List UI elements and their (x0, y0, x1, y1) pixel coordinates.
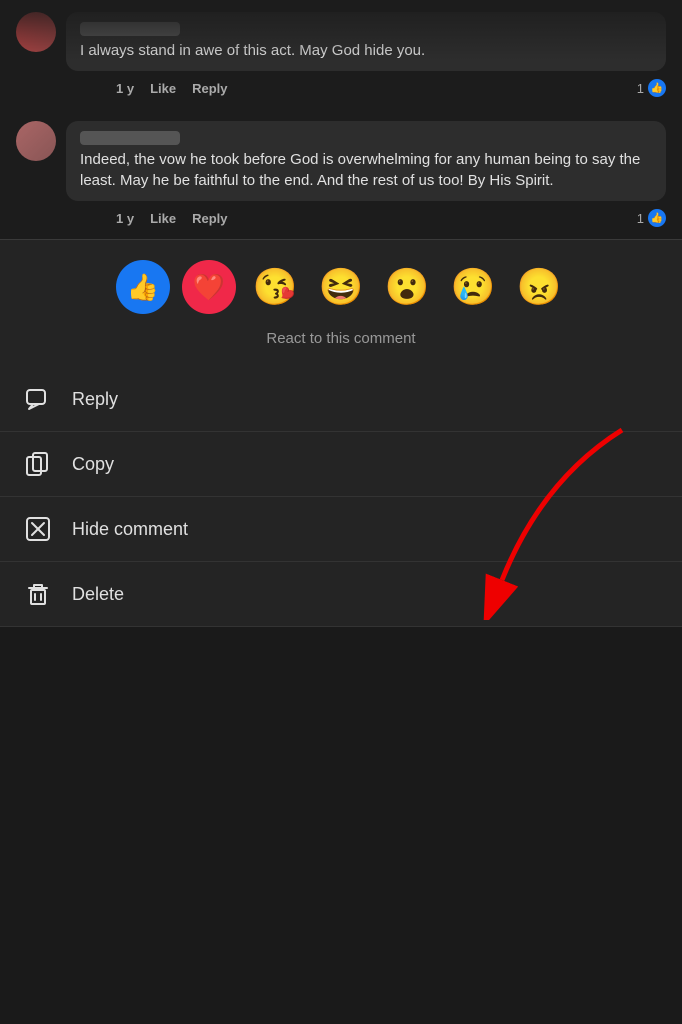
emoji-haha-button[interactable]: 😆 (314, 260, 368, 314)
like-icon-1: 👍 (648, 79, 666, 97)
comments-section: I always stand in awe of this act. May G… (0, 0, 682, 239)
comment-author-2 (80, 131, 180, 145)
comment-text-1: I always stand in awe of this act. May G… (80, 42, 425, 59)
comment-text-2: Indeed, the vow he took before God is ov… (80, 151, 640, 189)
comment-actions-2: 1 y Like Reply 1 👍 (66, 209, 666, 227)
emoji-angry-button[interactable]: 😠 (512, 260, 566, 314)
menu-item-hide[interactable]: Hide comment (0, 497, 682, 562)
comment-actions-1: 1 y Like Reply 1 👍 (66, 79, 666, 97)
reaction-count-2: 1 👍 (637, 209, 666, 227)
menu-item-reply[interactable]: Reply (0, 367, 682, 432)
comment-time-2: 1 y (116, 211, 134, 226)
copy-icon (24, 450, 52, 478)
reaction-number-1: 1 (637, 81, 644, 96)
menu-reply-label: Reply (72, 389, 118, 410)
emoji-reaction-row: 👍 ❤️ 😘 😆 😮 😢 😠 (0, 240, 682, 322)
comment-time-1: 1 y (116, 81, 134, 96)
avatar-2 (16, 121, 56, 161)
delete-icon (24, 580, 52, 608)
reply-button-2[interactable]: Reply (192, 211, 227, 226)
comment-bubble-1: I always stand in awe of this act. May G… (66, 12, 666, 71)
menu-copy-label: Copy (72, 454, 114, 475)
emoji-like-button[interactable]: 👍 (116, 260, 170, 314)
comment-bubble-2: Indeed, the vow he took before God is ov… (66, 121, 666, 201)
avatar-1 (16, 12, 56, 52)
comment-item-2: Indeed, the vow he took before God is ov… (0, 109, 682, 239)
reply-icon (24, 385, 52, 413)
menu-item-copy[interactable]: Copy (0, 432, 682, 497)
like-icon-2: 👍 (648, 209, 666, 227)
reaction-number-2: 1 (637, 211, 644, 226)
emoji-sad-button[interactable]: 😢 (446, 260, 500, 314)
emoji-love-button[interactable]: ❤️ (182, 260, 236, 314)
menu-delete-label: Delete (72, 584, 124, 605)
like-button-2[interactable]: Like (150, 211, 176, 226)
emoji-haha-wink-button[interactable]: 😘 (248, 260, 302, 314)
reply-button-1[interactable]: Reply (192, 81, 227, 96)
bottom-menu: 👍 ❤️ 😘 😆 😮 😢 😠 React to this comment Rep… (0, 240, 682, 627)
react-label: React to this comment (0, 322, 682, 367)
menu-hide-label: Hide comment (72, 519, 188, 540)
reaction-count-1: 1 👍 (637, 79, 666, 97)
hide-icon (24, 515, 52, 543)
comment-author-1 (80, 22, 180, 36)
like-button-1[interactable]: Like (150, 81, 176, 96)
emoji-wow-button[interactable]: 😮 (380, 260, 434, 314)
menu-item-delete[interactable]: Delete (0, 562, 682, 627)
comment-item-1: I always stand in awe of this act. May G… (0, 0, 682, 109)
